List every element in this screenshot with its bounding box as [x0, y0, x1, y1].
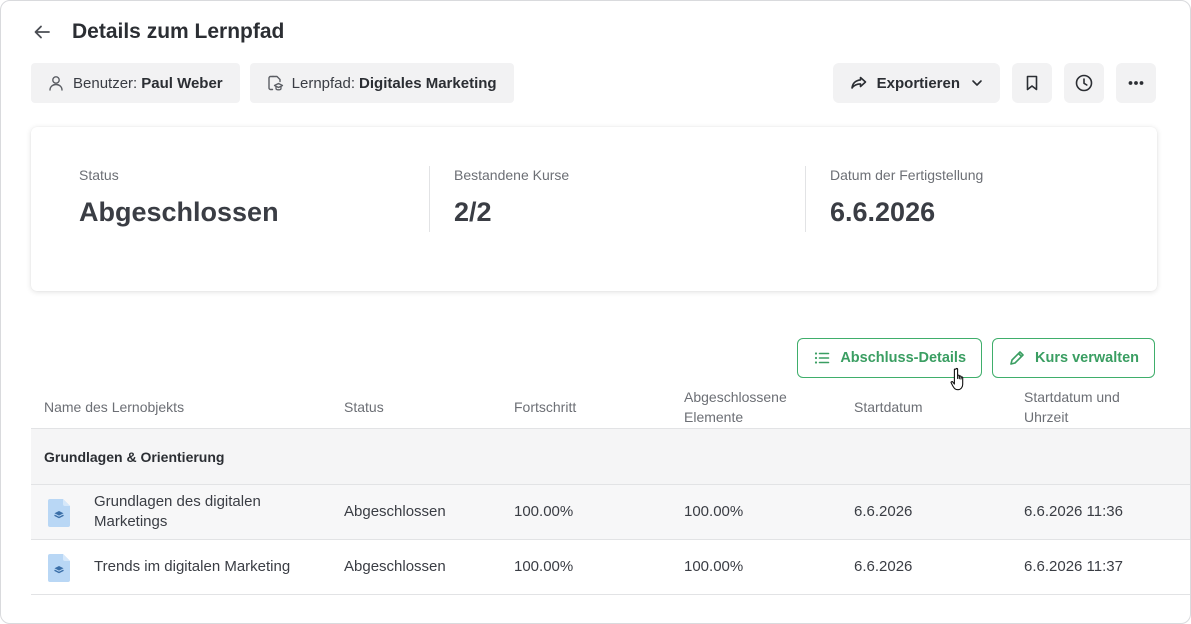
share-arrow-icon: [849, 73, 869, 93]
manage-course-label: Kurs verwalten: [1035, 350, 1139, 366]
column-header-name[interactable]: Name des Lernobjekts: [44, 386, 184, 428]
user-chip-value: Paul Weber: [141, 74, 223, 92]
back-button[interactable]: [31, 17, 53, 47]
header-actions: Exportieren: [832, 63, 1156, 103]
column-header-start-datetime[interactable]: Startdatum und Uhrzeit: [1024, 386, 1120, 428]
stat-divider: [805, 166, 806, 232]
status-stat: Status Abgeschlossen: [79, 167, 279, 228]
filter-chips: Benutzer: Paul Weber Lernpfad: Digitales…: [31, 63, 514, 103]
courses-stat-label: Bestandene Kurse: [454, 167, 570, 183]
cell-start-datetime: 6.6.2026 11:36: [1024, 503, 1123, 520]
completion-date-value: 6.6.2026: [830, 197, 936, 227]
table-actions: Abschluss-Details Kurs verwalten: [797, 338, 1155, 378]
export-button-label: Exportieren: [876, 74, 960, 92]
cell-name: Grundlagen des digitalen Marketings: [94, 485, 261, 539]
column-header-start-datetime-line2: Uhrzeit: [1024, 409, 1069, 425]
user-icon: [47, 74, 65, 92]
status-stat-label: Status: [79, 167, 119, 183]
cell-name: Trends im digitalen Marketing: [94, 558, 291, 575]
group-row: Grundlagen & Orientierung: [31, 429, 1190, 485]
courses-stat: Bestandene Kurse 2/2: [454, 167, 569, 228]
column-header-completed-line2: Elemente: [684, 409, 744, 425]
bookmark-button[interactable]: [1012, 63, 1052, 103]
window: Details zum Lernpfad Benutzer: Paul Webe…: [0, 0, 1191, 624]
pencil-icon: [1008, 349, 1026, 367]
courses-stat-value: 2/2: [454, 197, 492, 227]
cell-completed: 100.00%: [684, 503, 744, 520]
history-button[interactable]: [1064, 63, 1104, 103]
cell-progress: 100.00%: [514, 558, 574, 575]
column-header-progress[interactable]: Fortschritt: [514, 386, 576, 428]
page-header: Details zum Lernpfad: [31, 17, 284, 47]
user-chip-label: Benutzer:: [73, 74, 138, 92]
completion-date-stat: Datum der Fertigstellung 6.6.2026: [830, 167, 983, 228]
table-row[interactable]: Trends im digitalen Marketing Abgeschlos…: [31, 540, 1190, 595]
manage-course-button[interactable]: Kurs verwalten: [992, 338, 1155, 378]
course-document-icon: [48, 499, 70, 527]
learning-path-chip-value: Digitales Marketing: [359, 74, 497, 92]
cell-name-line2: Marketings: [94, 513, 168, 530]
completion-details-label: Abschluss-Details: [840, 350, 967, 366]
cell-progress: 100.00%: [514, 503, 574, 520]
bookmark-icon: [1026, 75, 1038, 91]
cell-start-date: 6.6.2026: [854, 503, 913, 520]
summary-card: Status Abgeschlossen Bestandene Kurse 2/…: [31, 127, 1157, 291]
chevron-down-icon: [970, 76, 984, 90]
table-header: Name des Lernobjekts Status Fortschritt …: [31, 386, 1190, 429]
cell-completed: 100.00%: [684, 558, 744, 575]
column-header-start-date[interactable]: Startdatum: [854, 386, 922, 428]
cell-status: Abgeschlossen: [344, 503, 446, 520]
cell-name-line1: Grundlagen des digitalen: [94, 493, 261, 510]
list-icon: [813, 349, 831, 367]
table-row[interactable]: Grundlagen des digitalen Marketings Abge…: [31, 485, 1190, 540]
learning-path-chip-label: Lernpfad:: [291, 74, 356, 92]
arrow-left-icon: [34, 25, 50, 39]
more-icon: [1128, 81, 1144, 85]
more-button[interactable]: [1116, 63, 1156, 103]
history-icon: [1075, 74, 1093, 92]
learning-path-chip[interactable]: Lernpfad: Digitales Marketing: [249, 63, 514, 103]
page-title: Details zum Lernpfad: [72, 20, 285, 43]
course-document-icon: [48, 554, 70, 582]
cell-start-date: 6.6.2026: [854, 558, 913, 575]
export-button[interactable]: Exportieren: [832, 63, 1000, 103]
learning-objects-table: Name des Lernobjekts Status Fortschritt …: [31, 386, 1190, 595]
column-header-start-datetime-line1: Startdatum und: [1024, 389, 1120, 405]
user-chip[interactable]: Benutzer: Paul Weber: [31, 63, 240, 103]
cell-status: Abgeschlossen: [344, 558, 446, 575]
stat-divider: [429, 166, 430, 232]
status-stat-value: Abgeschlossen: [79, 197, 279, 227]
cell-start-datetime: 6.6.2026 11:37: [1024, 558, 1123, 575]
column-header-status[interactable]: Status: [344, 386, 384, 428]
column-header-completed-line1: Abgeschlossene: [684, 389, 787, 405]
completion-date-label: Datum der Fertigstellung: [830, 167, 984, 183]
learning-path-icon: [266, 74, 284, 92]
column-header-completed-elements[interactable]: Abgeschlossene Elemente: [684, 386, 787, 428]
